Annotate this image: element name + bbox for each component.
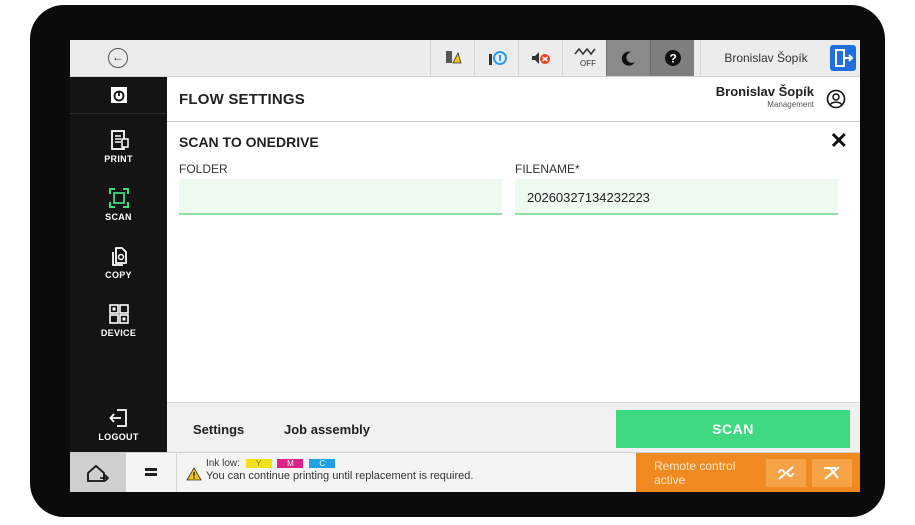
filename-label: FILENAME*: [515, 162, 580, 176]
flow-content: SCAN TO ONEDRIVE ✕ FOLDER FILENAME* 2026…: [167, 122, 860, 402]
help-icon[interactable]: ?: [650, 40, 694, 76]
logout-icon[interactable]: [830, 45, 856, 71]
sidebar-item-label: SCAN: [105, 212, 132, 222]
filename-field[interactable]: 20260327134232223: [515, 179, 838, 215]
flow-title: SCAN TO ONEDRIVE: [179, 134, 319, 150]
user-avatar-icon[interactable]: [826, 89, 846, 109]
home-icon[interactable]: [70, 453, 126, 492]
sidebar: PRINT SCAN COPY DEVICE LOGOUT: [70, 77, 167, 452]
ink-info-icon[interactable]: [474, 40, 518, 76]
remote-disconnect-icon[interactable]: [766, 459, 806, 487]
warning-icon: [186, 467, 202, 481]
sidebar-item-label: COPY: [105, 270, 132, 280]
bottom-bar: Ink low: Y M C You can continue printing…: [70, 452, 860, 492]
printer-screen: ← OFF ? Bronislav Šopík PRINT SCAN COPY …: [70, 40, 860, 492]
toner-warning-icon[interactable]: [430, 40, 474, 76]
sidebar-item-label: PRINT: [104, 154, 133, 164]
page-title: FLOW SETTINGS: [179, 91, 305, 108]
svg-text:?: ?: [669, 52, 676, 66]
sidebar-item-device[interactable]: DEVICE: [70, 303, 167, 359]
ink-chip-yellow: Y: [245, 458, 272, 468]
print-icon: [110, 130, 129, 150]
ink-message: You can continue printing until replacem…: [206, 470, 474, 482]
scan-button[interactable]: SCAN: [616, 410, 850, 448]
ink-low-label: Ink low: Y M C: [206, 458, 336, 469]
ink-chip-magenta: M: [277, 458, 304, 468]
status-bar: ← OFF ? Bronislav Šopík: [70, 40, 860, 77]
scan-icon: [108, 188, 129, 208]
network-off-icon[interactable]: OFF: [562, 40, 606, 76]
user-block[interactable]: Bronislav Šopík Management: [716, 84, 814, 109]
user-name: Bronislav Šopík: [715, 84, 814, 99]
sleep-moon-icon[interactable]: [606, 40, 650, 76]
logout-door-icon: [108, 409, 127, 427]
settings-tab[interactable]: Settings: [193, 422, 244, 437]
folder-field[interactable]: [179, 179, 502, 215]
remote-control-panel: Remote control active: [636, 453, 860, 492]
copy-icon: [111, 247, 127, 266]
folder-label: FOLDER: [179, 162, 228, 176]
ink-low-text: Ink low:: [206, 458, 240, 469]
sidebar-item-print[interactable]: PRINT: [70, 129, 167, 185]
sound-off-icon[interactable]: [518, 40, 562, 76]
close-icon[interactable]: ✕: [830, 128, 848, 154]
sidebar-logout-label: LOGOUT: [98, 432, 139, 442]
remote-control-off-icon[interactable]: [812, 459, 852, 487]
user-role: Management: [767, 100, 814, 109]
device-icon: [108, 304, 129, 324]
job-assembly-tab[interactable]: Job assembly: [284, 422, 370, 437]
back-arrow-icon[interactable]: ←: [108, 48, 128, 68]
sidebar-item-label: DEVICE: [100, 328, 137, 338]
sidebar-item-copy[interactable]: COPY: [70, 245, 167, 301]
top-user-name[interactable]: Bronislav Šopík: [700, 40, 831, 76]
filename-value: 20260327134232223: [527, 190, 650, 205]
page-header: FLOW SETTINGS Bronislav Šopík Management: [167, 77, 860, 122]
remote-control-text: Remote control active: [654, 459, 736, 487]
status-icons: OFF ?: [430, 40, 694, 76]
ink-chip-cyan: C: [309, 458, 336, 468]
network-off-label: OFF: [580, 59, 596, 68]
action-bar: Settings Job assembly SCAN: [167, 402, 860, 453]
job-queue-icon[interactable]: [126, 453, 177, 492]
home-screen-icon[interactable]: [70, 77, 167, 114]
sidebar-item-scan[interactable]: SCAN: [70, 187, 167, 243]
